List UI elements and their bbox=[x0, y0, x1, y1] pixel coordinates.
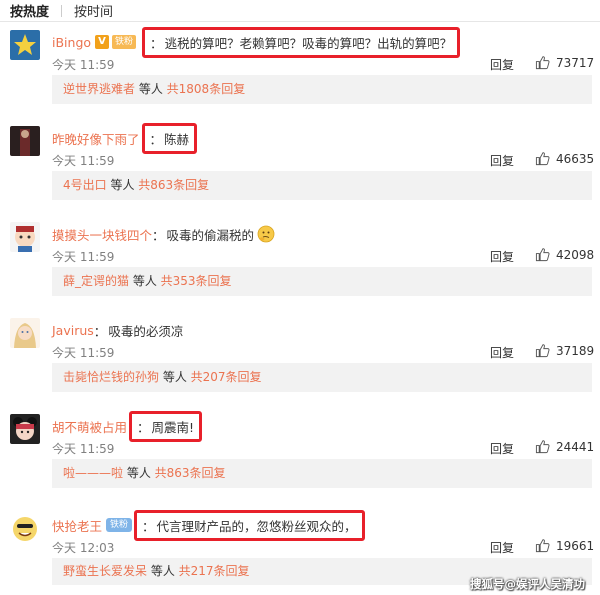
like-count: 37189 bbox=[556, 343, 595, 358]
fan-badge: 铁粉 bbox=[106, 518, 133, 532]
reply-button[interactable]: 回复 bbox=[490, 248, 514, 265]
like-button[interactable]: 73717 bbox=[535, 55, 594, 70]
reply-count[interactable]: 共207条回复 bbox=[191, 370, 262, 384]
watermark: 搜狐号@娱评人吴清功 bbox=[470, 577, 585, 591]
reply-user[interactable]: 击毙恰烂钱的孙狗 bbox=[63, 370, 159, 384]
tab-by-time[interactable]: 按时间 bbox=[62, 1, 125, 20]
reply-user[interactable]: 野蛮生长爱发呆 bbox=[63, 564, 147, 578]
comment-text: 吸毒的偷漏税的 bbox=[166, 227, 255, 243]
reply-mid-text: 等人 bbox=[106, 178, 139, 192]
like-button[interactable]: 24441 bbox=[535, 439, 594, 454]
comment-text: 周震南! bbox=[151, 419, 195, 435]
comment-text: 代言理财产品的，忽悠粉丝观众的， bbox=[156, 518, 357, 534]
like-button[interactable]: 37189 bbox=[535, 343, 594, 358]
thinking-emoji-icon bbox=[257, 225, 275, 243]
comment-text: 陈赫 bbox=[164, 131, 190, 147]
avatar[interactable] bbox=[10, 414, 40, 444]
comment-highlight: ：周震南! bbox=[129, 410, 203, 442]
fan-badge: 铁粉 bbox=[112, 35, 137, 49]
reply-count[interactable]: 共1808条回复 bbox=[167, 82, 246, 96]
reply-count[interactable]: 共863条回复 bbox=[138, 178, 209, 192]
avatar[interactable] bbox=[10, 318, 40, 348]
reply-user[interactable]: 薛_定谔的猫 bbox=[63, 274, 129, 288]
reply-mid-text: 等人 bbox=[159, 370, 191, 384]
comment-time: 今天 11:59 bbox=[52, 58, 115, 72]
thumbs-up-icon bbox=[535, 539, 550, 553]
sub-replies[interactable]: 击毙恰烂钱的孙狗 等人 共207条回复 bbox=[52, 363, 592, 392]
comment-text: 逃税的算吧？老赖算吧？吸毒的算吧？出轨的算吧？ bbox=[164, 35, 453, 51]
comment-time: 今天 11:59 bbox=[52, 154, 115, 168]
thumbs-up-icon bbox=[535, 56, 550, 70]
avatar[interactable] bbox=[10, 513, 40, 543]
username[interactable]: 昨晚好像下雨了 bbox=[52, 129, 140, 148]
comment-text: 吸毒的必须凉 bbox=[108, 323, 184, 339]
reply-mid-text: 等人 bbox=[135, 82, 167, 96]
avatar[interactable] bbox=[10, 126, 40, 156]
comment-time: 今天 11:59 bbox=[52, 442, 115, 456]
username[interactable]: 摸摸头一块钱四个 bbox=[52, 225, 152, 244]
thumbs-up-icon bbox=[535, 248, 550, 262]
sub-replies[interactable]: 4号出口 等人 共863条回复 bbox=[52, 171, 592, 200]
comment-time: 今天 11:59 bbox=[52, 346, 115, 360]
tab-by-hot[interactable]: 按热度 bbox=[0, 1, 61, 20]
thumbs-up-icon bbox=[535, 344, 550, 358]
comment-highlight: ：逃税的算吧？老赖算吧？吸毒的算吧？出轨的算吧？ bbox=[142, 26, 461, 58]
verified-badge: V bbox=[95, 35, 110, 49]
like-button[interactable]: 46635 bbox=[535, 151, 594, 166]
like-button[interactable]: 42098 bbox=[535, 247, 594, 262]
reply-mid-text: 等人 bbox=[129, 274, 161, 288]
like-button[interactable]: 19661 bbox=[535, 538, 594, 553]
username[interactable]: 快抢老王 bbox=[52, 516, 102, 535]
reply-count[interactable]: 共353条回复 bbox=[161, 274, 232, 288]
reply-count[interactable]: 共217条回复 bbox=[179, 564, 250, 578]
avatar[interactable] bbox=[10, 30, 40, 60]
like-count: 42098 bbox=[556, 247, 595, 262]
reply-button[interactable]: 回复 bbox=[490, 539, 514, 556]
comment-highlight: ：陈赫 bbox=[141, 122, 198, 154]
thumbs-up-icon bbox=[535, 440, 550, 454]
comment-time: 今天 12:03 bbox=[52, 541, 115, 555]
sub-replies[interactable]: 啦———啦 等人 共863条回复 bbox=[52, 459, 592, 488]
reply-mid-text: 等人 bbox=[123, 466, 155, 480]
avatar[interactable] bbox=[10, 222, 40, 252]
like-count: 24441 bbox=[556, 439, 595, 454]
like-count: 19661 bbox=[556, 538, 595, 553]
reply-count[interactable]: 共863条回复 bbox=[155, 466, 226, 480]
thumbs-up-icon bbox=[535, 152, 550, 166]
reply-user[interactable]: 逆世界逃难者 bbox=[63, 82, 135, 96]
username[interactable]: iBingo bbox=[52, 35, 91, 50]
reply-button[interactable]: 回复 bbox=[490, 344, 514, 361]
username[interactable]: 胡不萌被占用 bbox=[52, 417, 127, 436]
reply-mid-text: 等人 bbox=[147, 564, 179, 578]
sub-replies[interactable]: 薛_定谔的猫 等人 共353条回复 bbox=[52, 267, 592, 296]
reply-user[interactable]: 4号出口 bbox=[63, 178, 107, 192]
reply-user[interactable]: 啦———啦 bbox=[63, 466, 123, 480]
username[interactable]: Javirus bbox=[52, 323, 94, 338]
comment-highlight: ：代言理财产品的，忽悠粉丝观众的， bbox=[134, 509, 365, 541]
like-count: 46635 bbox=[556, 151, 595, 166]
comment-time: 今天 11:59 bbox=[52, 250, 115, 264]
sub-replies[interactable]: 逆世界逃难者 等人 共1808条回复 bbox=[52, 75, 592, 104]
reply-button[interactable]: 回复 bbox=[490, 56, 514, 73]
reply-button[interactable]: 回复 bbox=[490, 440, 514, 457]
sort-tabs: 按热度 按时间 bbox=[0, 0, 600, 22]
reply-button[interactable]: 回复 bbox=[490, 152, 514, 169]
like-count: 73717 bbox=[556, 55, 595, 70]
